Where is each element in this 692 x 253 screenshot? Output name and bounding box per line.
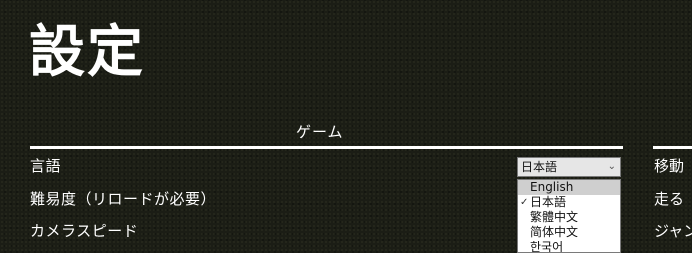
language-option-simplified-chinese[interactable]: 简体中文 [518, 225, 620, 240]
language-dropdown-list[interactable]: English ✓ 日本語 繁體中文 简体中文 한국어 [517, 179, 621, 253]
language-option-korean[interactable]: 한국어 [518, 240, 620, 253]
side-section-divider [653, 146, 692, 149]
setting-move-label: 移動 [654, 157, 685, 175]
setting-camera-speed-label: カメラスピード [30, 222, 139, 240]
setting-language-label: 言語 [30, 157, 62, 175]
language-option-label: 简体中文 [530, 225, 579, 239]
language-option-label: English [530, 180, 574, 194]
language-option-japanese[interactable]: ✓ 日本語 [518, 195, 620, 210]
language-option-label: 한국어 [530, 240, 564, 253]
language-option-english[interactable]: English [518, 180, 620, 195]
setting-jump-label: ジャン [654, 222, 692, 240]
section-divider [30, 146, 623, 149]
setting-difficulty-label: 難易度（リロードが必要） [30, 190, 217, 208]
language-option-label: 繁體中文 [530, 210, 579, 224]
language-select-value: 日本語 [521, 160, 558, 174]
chevron-down-icon: ⌄ [607, 161, 616, 172]
settings-title: 設定 [29, 20, 145, 85]
language-option-label: 日本語 [530, 195, 567, 209]
language-option-traditional-chinese[interactable]: 繁體中文 [518, 210, 620, 225]
section-label-game: ゲーム [296, 123, 344, 141]
checkmark-icon: ✓ [520, 197, 529, 208]
setting-run-label: 走る [654, 190, 685, 208]
language-select[interactable]: 日本語 ⌄ [517, 157, 621, 177]
